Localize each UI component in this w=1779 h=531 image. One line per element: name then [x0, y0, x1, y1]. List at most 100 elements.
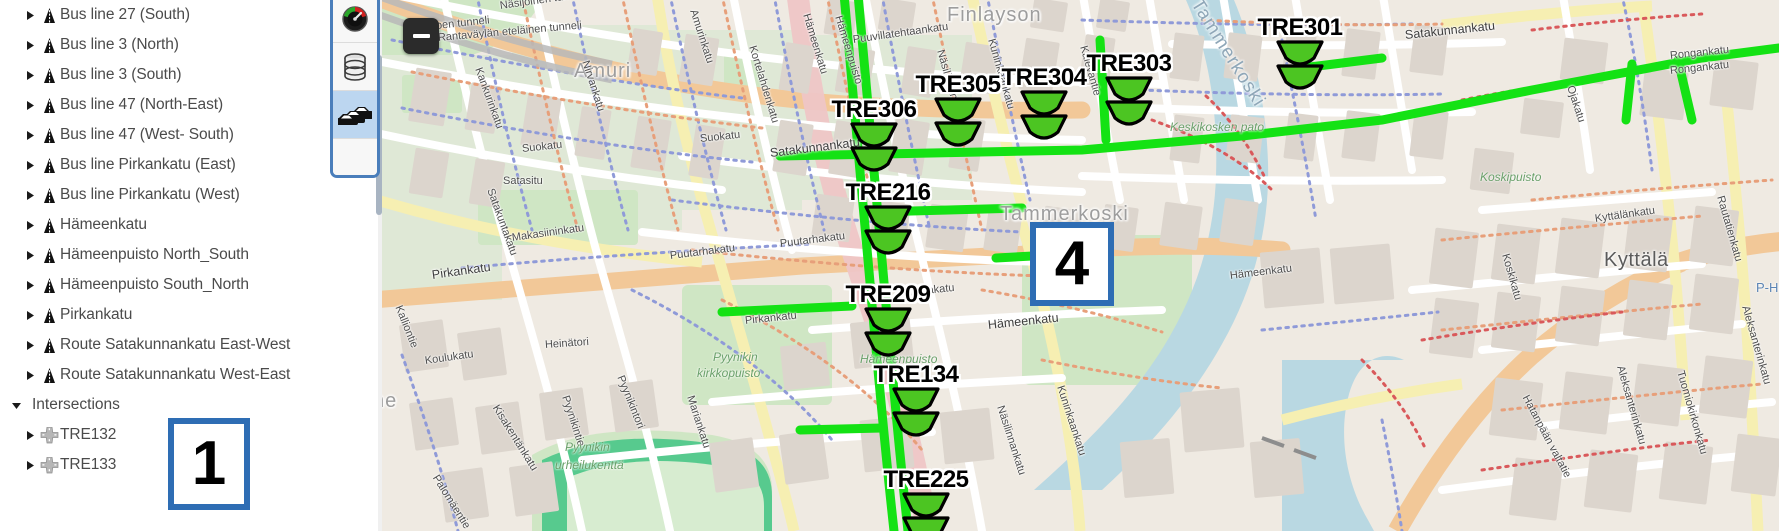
- road-icon: [43, 247, 55, 263]
- intersection-item-1[interactable]: TRE133: [0, 450, 326, 480]
- database-icon-button[interactable]: [333, 43, 377, 91]
- road-icon: [38, 67, 60, 84]
- zoom-out-button[interactable]: [403, 18, 439, 54]
- road-icon: [43, 7, 55, 23]
- intersection-marker-TRE303[interactable]: TRE303: [1086, 50, 1172, 134]
- intersection-icon: [38, 456, 60, 474]
- vehicles-icon: [338, 106, 372, 125]
- intersection-item-label: TRE132: [60, 426, 117, 443]
- road-icon: [38, 247, 60, 264]
- tree-item-label: Bus line 47 (North-East): [60, 96, 223, 113]
- intersection-marker-label: TRE305: [915, 71, 1001, 98]
- tree-item-2[interactable]: Bus line 3 (South): [0, 60, 326, 90]
- tree-item-8[interactable]: Hämeenpuisto North_South: [0, 240, 326, 270]
- road-icon: [43, 367, 55, 383]
- intersection-marker-label: TRE304: [1001, 64, 1087, 91]
- tree-item-4[interactable]: Bus line 47 (West- South): [0, 120, 326, 150]
- speedometer-icon: [342, 5, 368, 32]
- tree-item-6[interactable]: Bus line Pirkankatu (West): [0, 180, 326, 210]
- chevron-down-icon[interactable]: [8, 400, 24, 411]
- road-icon: [43, 217, 55, 233]
- tree-item-11[interactable]: Route Satakunnankatu East-West: [0, 330, 326, 360]
- chevron-right-icon[interactable]: [22, 220, 38, 231]
- road-icon: [43, 157, 55, 173]
- road-icon: [38, 187, 60, 204]
- annotation-box-1: 1: [168, 418, 250, 510]
- chevron-right-icon[interactable]: [22, 460, 38, 471]
- intersection-marker-TRE225[interactable]: TRE225: [883, 466, 969, 531]
- intersection-marker-TRE305[interactable]: TRE305: [915, 71, 1001, 155]
- minus-icon: [412, 34, 430, 38]
- intersection-marker-label: TRE225: [883, 466, 969, 493]
- tree-group-intersections[interactable]: Intersections: [0, 390, 326, 420]
- tree-item-label: Route Satakunnankatu West-East: [60, 366, 291, 383]
- chevron-right-icon[interactable]: [22, 370, 38, 381]
- intersection-item-0[interactable]: TRE132: [0, 420, 326, 450]
- intersection-marker-TRE301[interactable]: TRE301: [1257, 14, 1343, 98]
- road-icon: [38, 277, 60, 294]
- chevron-right-icon[interactable]: [22, 100, 38, 111]
- intersection-item-label: TRE133: [60, 456, 117, 473]
- tree-item-3[interactable]: Bus line 47 (North-East): [0, 90, 326, 120]
- tree-item-0[interactable]: Bus line 27 (South): [0, 0, 326, 30]
- chevron-right-icon[interactable]: [22, 310, 38, 321]
- tree-item-label: Bus line 27 (South): [60, 6, 190, 23]
- tree-item-label: Hämeenkatu: [60, 216, 147, 233]
- road-icon: [38, 217, 60, 234]
- tree-item-7[interactable]: Hämeenkatu: [0, 210, 326, 240]
- road-icon: [38, 127, 60, 144]
- tree-item-label: Route Satakunnankatu East-West: [60, 336, 291, 353]
- chevron-right-icon[interactable]: [22, 70, 38, 81]
- application-window: Bus line 27 (South) Bus line 3 (North) Bus…: [0, 0, 1779, 531]
- tree-item-label: Hämeenpuisto North_South: [60, 246, 249, 263]
- road-icon: [43, 127, 55, 143]
- chevron-right-icon[interactable]: [22, 40, 38, 51]
- chevron-right-icon[interactable]: [22, 130, 38, 141]
- intersection-icon: [40, 426, 58, 443]
- intersections-list[interactable]: TRE132 TRE133: [0, 420, 326, 480]
- tree-item-label: Pirkankatu: [60, 306, 133, 323]
- tree-item-label: Bus line Pirkankatu (West): [60, 186, 240, 203]
- intersection-marker-TRE304[interactable]: TRE304: [1001, 64, 1087, 148]
- tree-item-5[interactable]: Bus line Pirkankatu (East): [0, 150, 326, 180]
- road-icon: [43, 97, 55, 113]
- vehicles-icon-button[interactable]: [333, 91, 377, 139]
- intersection-marker-TRE216[interactable]: TRE216: [845, 179, 931, 263]
- tree-item-12[interactable]: Route Satakunnankatu West-East: [0, 360, 326, 390]
- map-mode-toolbar[interactable]: [330, 0, 380, 178]
- road-icon: [43, 307, 55, 323]
- chevron-right-icon[interactable]: [22, 280, 38, 291]
- chevron-right-icon[interactable]: [22, 190, 38, 201]
- speedometer-icon-button[interactable]: [333, 0, 377, 43]
- intersection-marker-label: TRE306: [831, 96, 917, 123]
- tree-item-1[interactable]: Bus line 3 (North): [0, 30, 326, 60]
- layers-tree-panel[interactable]: Bus line 27 (South) Bus line 3 (North) Bus…: [0, 0, 326, 531]
- tree-item-10[interactable]: Pirkankatu: [0, 300, 326, 330]
- tree-item-label: Bus line 3 (South): [60, 66, 182, 83]
- road-icon: [38, 97, 60, 114]
- annotation-box-4: 4: [1030, 222, 1114, 306]
- intersection-icon: [40, 456, 58, 473]
- intersection-marker-label: TRE216: [845, 179, 931, 206]
- road-icon: [38, 157, 60, 174]
- chevron-right-icon[interactable]: [22, 340, 38, 351]
- chevron-right-icon[interactable]: [22, 160, 38, 171]
- road-icon: [38, 7, 60, 24]
- chevron-right-icon[interactable]: [22, 250, 38, 261]
- intersection-marker-TRE134[interactable]: TRE134: [873, 361, 959, 445]
- road-network-tree[interactable]: Bus line 27 (South) Bus line 3 (North) Bus…: [0, 0, 326, 390]
- road-icon: [43, 37, 55, 53]
- road-icon: [38, 367, 60, 384]
- tree-item-9[interactable]: Hämeenpuisto South_North: [0, 270, 326, 300]
- tree-item-label: Bus line 3 (North): [60, 36, 179, 53]
- road-icon: [43, 187, 55, 203]
- intersection-marker-TRE209[interactable]: TRE209: [845, 281, 931, 365]
- intersection-marker-label: TRE209: [845, 281, 931, 308]
- intersection-marker-label: TRE301: [1257, 14, 1343, 41]
- chevron-right-icon[interactable]: [22, 430, 38, 441]
- intersection-marker-TRE306[interactable]: TRE306: [831, 96, 917, 180]
- tree-group-label: Intersections: [32, 396, 120, 413]
- tree-item-label: Bus line 47 (West- South): [60, 126, 234, 143]
- road-icon: [38, 37, 60, 54]
- chevron-right-icon[interactable]: [22, 10, 38, 21]
